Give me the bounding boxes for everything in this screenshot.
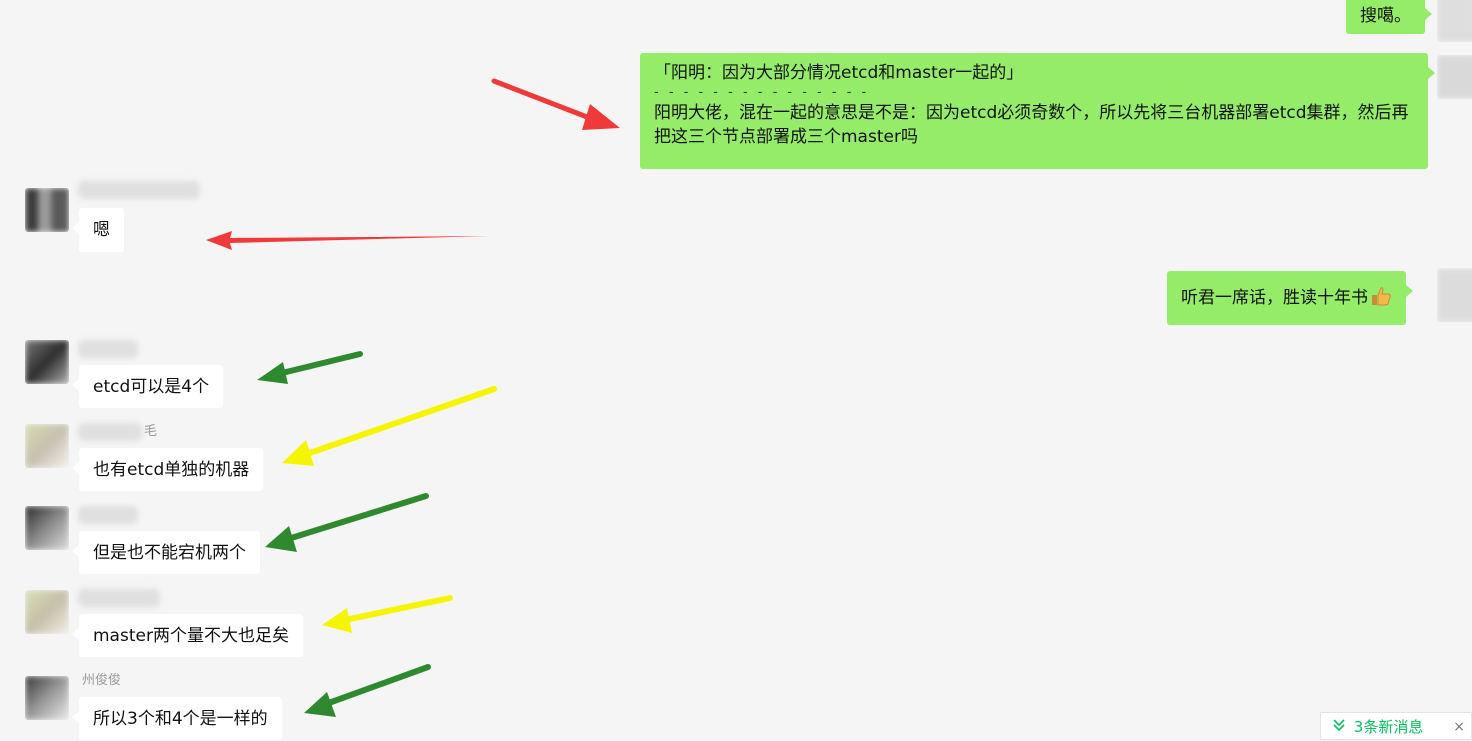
new-messages-button[interactable]: 3条新消息 × bbox=[1320, 712, 1472, 740]
message-text: 搜噶。 bbox=[1360, 6, 1411, 26]
message-text: 所以3个和4个是一样的 bbox=[93, 709, 268, 729]
message-text: etcd可以是4个 bbox=[93, 377, 210, 397]
quote-separator: - - - - - - - - - - - - - - - bbox=[654, 85, 870, 100]
user-avatar[interactable] bbox=[25, 340, 69, 384]
my-avatar[interactable] bbox=[1437, 0, 1472, 42]
user-avatar[interactable] bbox=[25, 188, 69, 232]
message-bubble-outgoing[interactable]: 听君一席话，胜读十年书 bbox=[1167, 271, 1413, 325]
sender-name bbox=[78, 506, 138, 524]
green-arrow bbox=[304, 664, 431, 717]
user-avatar[interactable] bbox=[25, 506, 69, 550]
user-avatar[interactable] bbox=[25, 590, 69, 634]
my-avatar[interactable] bbox=[1437, 268, 1472, 322]
message-text: 听君一席话，胜读十年书 bbox=[1181, 288, 1368, 308]
message-bubble-incoming[interactable]: 也有etcd单独的机器 bbox=[71, 448, 264, 491]
user-avatar[interactable] bbox=[25, 424, 69, 468]
my-avatar[interactable] bbox=[1437, 55, 1472, 99]
yellow-arrow bbox=[282, 386, 497, 466]
message-text: 嗯 bbox=[93, 220, 110, 240]
thumbs-up-icon bbox=[1370, 285, 1392, 307]
message-text: 阳明大佬，混在一起的意思是不是：因为etcd必须奇数个，所以先将三台机器部署et… bbox=[654, 103, 1409, 147]
sender-name bbox=[78, 589, 160, 607]
yellow-arrow bbox=[322, 595, 453, 633]
message-bubble-outgoing[interactable]: 搜噶。 bbox=[1346, 0, 1432, 34]
new-messages-label: 3条新消息 bbox=[1353, 718, 1424, 736]
sender-name: 毛 bbox=[78, 423, 162, 441]
message-bubble-incoming[interactable]: 所以3个和4个是一样的 bbox=[72, 697, 282, 740]
red-arrow bbox=[206, 231, 490, 250]
message-bubble-outgoing-quote[interactable]: 「阳明：因为大部分情况etcd和master一起的」 - - - - - - -… bbox=[640, 53, 1435, 169]
message-bubble-incoming[interactable]: master两个量不大也足矣 bbox=[72, 614, 303, 657]
sender-name: 州俊俊 bbox=[82, 673, 122, 688]
message-text: 也有etcd单独的机器 bbox=[93, 460, 250, 480]
quoted-message: 「阳明：因为大部分情况etcd和master一起的」 bbox=[654, 63, 1024, 83]
double-chevron-down-icon bbox=[1333, 713, 1349, 741]
message-text: 但是也不能宕机两个 bbox=[93, 543, 246, 563]
message-bubble-incoming[interactable]: etcd可以是4个 bbox=[71, 365, 224, 408]
message-bubble-incoming[interactable]: 嗯 bbox=[72, 208, 124, 252]
sender-name bbox=[78, 340, 138, 358]
green-arrow bbox=[265, 493, 429, 552]
user-avatar[interactable] bbox=[25, 676, 69, 720]
message-bubble-incoming[interactable]: 但是也不能宕机两个 bbox=[72, 531, 260, 574]
sender-name bbox=[78, 181, 200, 199]
green-arrow bbox=[257, 351, 363, 384]
message-text: master两个量不大也足矣 bbox=[93, 626, 289, 646]
red-arrow bbox=[491, 78, 620, 130]
close-icon[interactable]: × bbox=[1453, 713, 1465, 741]
